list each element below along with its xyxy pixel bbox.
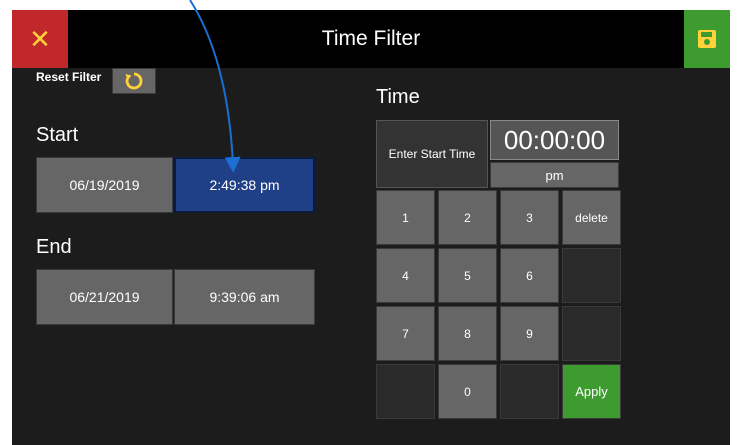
page-title: Time Filter [321, 27, 421, 50]
close-icon: ✕ [29, 23, 51, 54]
save-icon [698, 30, 716, 48]
key-blank [562, 306, 621, 361]
close-button[interactable]: ✕ [12, 10, 68, 68]
key-3[interactable]: 3 [500, 190, 559, 245]
key-4[interactable]: 4 [376, 248, 435, 303]
key-7[interactable]: 7 [376, 306, 435, 361]
key-0[interactable]: 0 [438, 364, 497, 419]
key-1[interactable]: 1 [376, 190, 435, 245]
key-6[interactable]: 6 [500, 248, 559, 303]
key-9[interactable]: 9 [500, 306, 559, 361]
end-date-field[interactable]: 06/21/2019 [36, 269, 173, 325]
key-8[interactable]: 8 [438, 306, 497, 361]
end-time-field[interactable]: 9:39:06 am [174, 269, 315, 325]
time-filter-screen: ✕ Time Filter Reset Filter Start 06/19/2… [12, 10, 730, 445]
key-blank [500, 364, 559, 419]
end-label: End [36, 236, 72, 258]
apply-button[interactable]: Apply [562, 364, 621, 419]
key-2[interactable]: 2 [438, 190, 497, 245]
title-bar: ✕ Time Filter [12, 10, 730, 68]
time-heading: Time [376, 86, 420, 108]
key-5[interactable]: 5 [438, 248, 497, 303]
reset-filter-label: Reset Filter [36, 70, 102, 84]
start-date-field[interactable]: 06/19/2019 [36, 157, 173, 213]
refresh-icon [125, 72, 143, 90]
key-blank [376, 364, 435, 419]
key-blank [562, 248, 621, 303]
enter-start-time-label: Enter Start Time [376, 120, 488, 188]
start-label: Start [36, 124, 79, 146]
start-time-field[interactable]: 2:49:38 pm [174, 157, 315, 213]
time-display: 00:00:00 [490, 120, 619, 160]
reset-filter-button[interactable] [112, 68, 156, 94]
save-button[interactable] [684, 10, 730, 68]
ampm-toggle[interactable]: pm [490, 162, 619, 188]
delete-key[interactable]: delete [562, 190, 621, 245]
keypad: 1 2 3 delete 4 5 6 7 8 9 0 Apply [376, 190, 621, 420]
